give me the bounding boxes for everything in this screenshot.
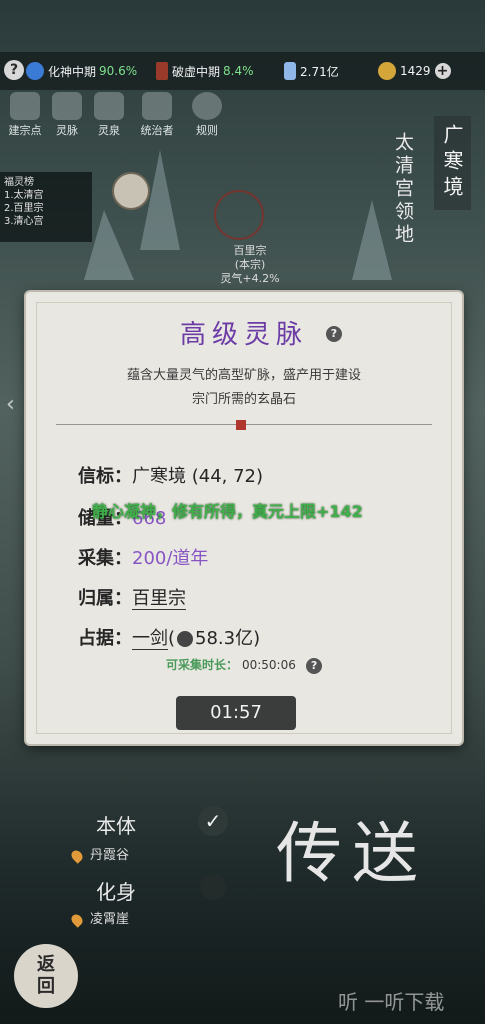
countdown-timer: 01:57 bbox=[176, 696, 296, 730]
main-body-location[interactable]: 丹霞谷 bbox=[69, 844, 130, 864]
watermark: 听 一听下载 bbox=[338, 990, 445, 1014]
help-icon[interactable]: ? bbox=[4, 60, 24, 80]
realm-stat-1-pct: 90.6% bbox=[99, 64, 138, 78]
beacon-row: 信标：广寒境 (44, 72) bbox=[78, 462, 263, 488]
owner-label: 归属： bbox=[78, 588, 132, 609]
owner-link[interactable]: 百里宗 bbox=[132, 588, 186, 610]
leaderboard-title: 福灵榜 bbox=[4, 177, 34, 188]
sect-point-icon bbox=[10, 92, 40, 120]
main-body-tab[interactable]: 本体 bbox=[56, 810, 176, 839]
avatar-body-location[interactable]: 凌霄崖 bbox=[69, 908, 130, 928]
menu-ruler[interactable]: 统治者 bbox=[134, 92, 180, 138]
occupy-label: 占据： bbox=[78, 628, 132, 649]
spirit-vein-dialog: 高级灵脉 ? 蕴含大量灵气的高型矿脉，盛产用于建设 宗门所需的玄晶石 信标：广寒… bbox=[26, 292, 462, 744]
power-paren: ( bbox=[168, 628, 176, 649]
menu-label: 灵脉 bbox=[56, 124, 78, 137]
occupier-power: 58.3亿 bbox=[195, 628, 254, 649]
realm-stat-2[interactable]: 破虚中期 8.4% bbox=[156, 62, 254, 80]
pagoda-icon bbox=[142, 92, 172, 120]
sect-marker[interactable]: 百里宗 (本宗) 灵气+4.2% bbox=[210, 244, 290, 286]
back-label-top: 返 bbox=[37, 954, 55, 975]
leaderboard-item: 3.清心宫 bbox=[4, 216, 44, 227]
avatar-location-name: 凌霄崖 bbox=[90, 912, 130, 927]
menu-spirit-vein[interactable]: 灵脉 bbox=[44, 92, 90, 138]
leaderboard-item: 2.百里宗 bbox=[4, 203, 44, 214]
chevron-left-icon[interactable]: ‹ bbox=[6, 394, 20, 416]
player-avatar[interactable] bbox=[112, 172, 150, 210]
realm-stat-2-pct: 8.4% bbox=[223, 64, 254, 78]
description-line: 宗门所需的玄晶石 bbox=[191, 392, 296, 407]
main-location-name: 丹霞谷 bbox=[90, 848, 130, 863]
occupy-row: 占据：一剑(58.3亿) bbox=[78, 624, 260, 650]
sect-tag: (本宗) bbox=[234, 258, 266, 271]
seal-icon bbox=[236, 420, 246, 430]
description-line: 蕴含大量灵气的高型矿脉，盛产用于建设 bbox=[126, 368, 361, 383]
back-label-bottom: 回 bbox=[37, 976, 55, 997]
rules-icon bbox=[192, 92, 222, 120]
owner-row: 归属：百里宗 bbox=[78, 584, 186, 610]
back-button[interactable]: 返 回 bbox=[14, 944, 78, 1008]
map-menu: 建宗点 灵脉 灵泉 统治者 规则 bbox=[0, 92, 240, 140]
dialog-title: 高级灵脉 bbox=[179, 320, 308, 350]
avatar-body-tab[interactable]: 化身 bbox=[56, 876, 176, 905]
help-icon[interactable]: ? bbox=[326, 326, 342, 342]
collect-time-row: 可采集时长： 00:50:06 ? bbox=[26, 656, 462, 674]
mountain-decor bbox=[352, 200, 392, 280]
dialog-description: 蕴含大量灵气的高型矿脉，盛产用于建设 宗门所需的玄晶石 bbox=[66, 364, 422, 412]
sect-seal-icon bbox=[214, 190, 264, 240]
crystal-icon bbox=[284, 62, 296, 80]
fortune-leaderboard[interactable]: 福灵榜 1.太清宫 2.百里宗 3.清心宫 bbox=[0, 172, 92, 242]
leaderboard-item: 1.太清宫 bbox=[4, 190, 44, 201]
menu-label: 建宗点 bbox=[8, 124, 42, 137]
crystal-stat[interactable]: 2.71亿 bbox=[284, 62, 339, 80]
sect-bonus: 灵气+4.2% bbox=[220, 272, 280, 285]
spirit-spring-icon bbox=[94, 92, 124, 120]
territory-owner-name: 太清宫领地 bbox=[392, 132, 414, 247]
occupier-link[interactable]: 一剑 bbox=[132, 628, 168, 650]
sword-icon bbox=[156, 62, 168, 80]
teleport-button[interactable]: 传送 bbox=[276, 800, 476, 950]
beacon-value: 广寒境 (44, 72) bbox=[132, 466, 264, 487]
currency-stat[interactable]: 1429 + bbox=[378, 62, 451, 80]
menu-sect-point[interactable]: 建宗点 bbox=[2, 92, 48, 138]
menu-label: 灵泉 bbox=[98, 124, 120, 137]
location-pin-icon bbox=[69, 847, 85, 864]
realm-stat-1-label: 化神中期 bbox=[48, 64, 97, 79]
spirit-vein-icon bbox=[52, 92, 82, 120]
territory-region-name: 广寒境 bbox=[434, 116, 471, 210]
power-paren-close: ) bbox=[253, 628, 261, 649]
check-icon[interactable]: ✓ bbox=[198, 806, 228, 836]
menu-label: 统治者 bbox=[140, 124, 174, 137]
collect-label: 采集： bbox=[78, 548, 132, 569]
realm-stat-1[interactable]: 化神中期 90.6% bbox=[26, 62, 137, 80]
gold-coin-icon bbox=[378, 62, 396, 80]
collect-value: 200/道年 bbox=[132, 548, 209, 569]
yin-yang-icon bbox=[26, 62, 44, 80]
currency-value: 1429 bbox=[400, 64, 431, 78]
menu-spirit-spring[interactable]: 灵泉 bbox=[86, 92, 132, 138]
add-currency-button[interactable]: + bbox=[434, 63, 451, 79]
unselected-radio[interactable] bbox=[200, 874, 226, 900]
collect-time-label: 可采集时长： bbox=[165, 658, 238, 672]
crystal-value: 2.71亿 bbox=[300, 64, 339, 79]
menu-rules[interactable]: 规则 bbox=[184, 92, 230, 138]
collect-row: 采集：200/道年 bbox=[78, 544, 208, 570]
menu-label: 规则 bbox=[196, 124, 218, 137]
cultivation-float-message: 静心凝神，修有所得，真元上限+142 bbox=[92, 502, 363, 521]
help-icon[interactable]: ? bbox=[306, 657, 323, 674]
sect-name: 百里宗 bbox=[233, 244, 267, 257]
status-bar: ? 化神中期 90.6% 破虚中期 8.4% 2.71亿 1429 + bbox=[0, 52, 485, 90]
realm-stat-2-label: 破虚中期 bbox=[172, 64, 221, 79]
collect-time-value: 00:50:06 bbox=[241, 658, 296, 672]
location-pin-icon bbox=[69, 911, 85, 928]
yin-yang-icon bbox=[177, 631, 194, 647]
beacon-label: 信标： bbox=[78, 466, 132, 487]
